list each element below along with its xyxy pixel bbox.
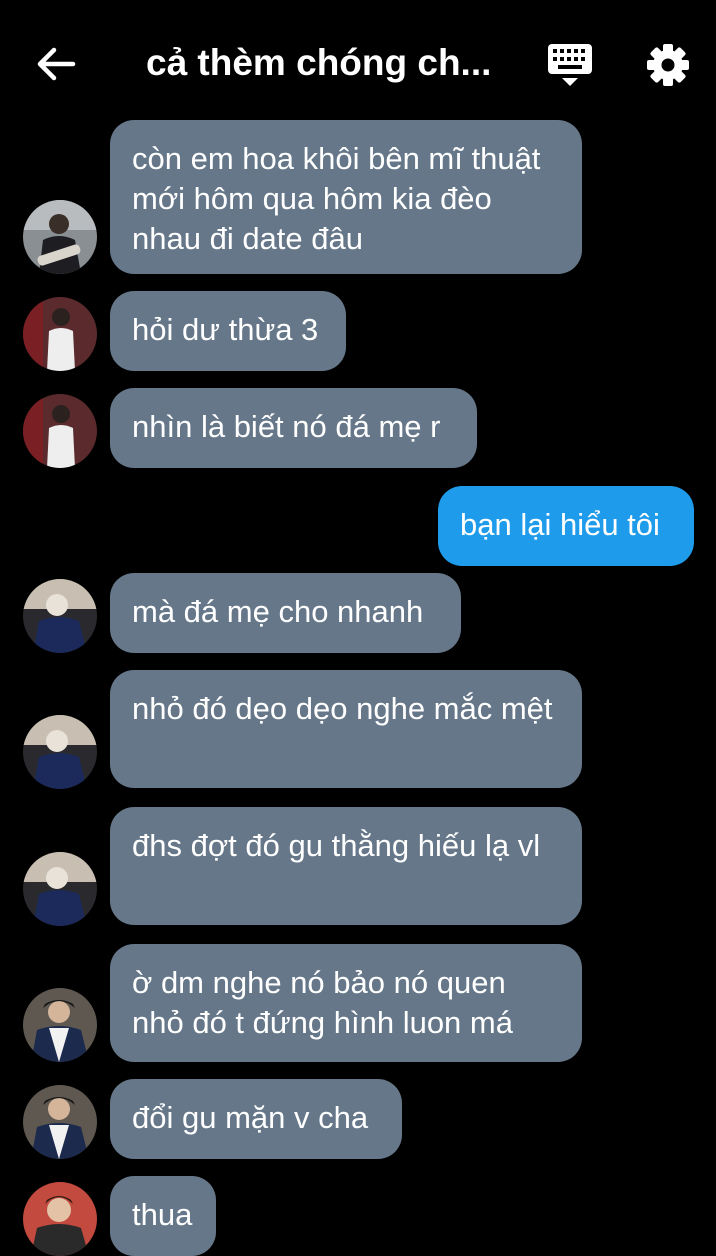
- back-button[interactable]: [30, 40, 82, 88]
- avatar-sender-8[interactable]: [23, 988, 97, 1062]
- keyboard-button[interactable]: [546, 42, 594, 88]
- message-bubble-2[interactable]: hỏi dư thừa 3: [110, 291, 346, 371]
- message-bubble-3[interactable]: nhìn là biết nó đá mẹ r: [110, 388, 477, 468]
- settings-button[interactable]: [645, 42, 691, 88]
- avatar-sender-5[interactable]: [23, 579, 97, 653]
- avatar-sender-6[interactable]: [23, 715, 97, 789]
- arrow-left-icon: [37, 47, 76, 81]
- avatar-sender-10[interactable]: [23, 1182, 97, 1256]
- message-text-1: còn em hoa khôi bên mĩ thuật mới hôm qua…: [132, 141, 541, 256]
- message-bubble-7[interactable]: đhs đợt đó gu thằng hiếu lạ vl: [110, 807, 582, 925]
- message-text-3: nhìn là biết nó đá mẹ r: [132, 409, 441, 444]
- message-bubble-4[interactable]: bạn lại hiểu tôi: [438, 486, 694, 566]
- chat-header: cả thèm chóng ch...: [0, 0, 716, 120]
- message-text-7: đhs đợt đó gu thằng hiếu lạ vl: [132, 828, 541, 863]
- message-bubble-10[interactable]: thua: [110, 1176, 216, 1256]
- keyboard-icon: [548, 44, 592, 86]
- avatar-sender-9[interactable]: [23, 1085, 97, 1159]
- message-text-5: mà đá mẹ cho nhanh: [132, 594, 424, 629]
- avatar-sender-7[interactable]: [23, 852, 97, 926]
- message-text-6: nhỏ đó dẹo dẹo nghe mắc mệt: [132, 691, 553, 726]
- chat-title[interactable]: cả thèm chóng ch...: [146, 38, 526, 88]
- message-text-8: ờ dm nghe nó bảo nó quen nhỏ đó t đứng h…: [132, 965, 513, 1040]
- message-bubble-9[interactable]: đổi gu mặn v cha: [110, 1079, 402, 1159]
- message-bubble-8[interactable]: ờ dm nghe nó bảo nó quen nhỏ đó t đứng h…: [110, 944, 582, 1062]
- avatar-sender-2[interactable]: [23, 297, 97, 371]
- message-bubble-6[interactable]: nhỏ đó dẹo dẹo nghe mắc mệt: [110, 670, 582, 788]
- message-bubble-5[interactable]: mà đá mẹ cho nhanh: [110, 573, 461, 653]
- message-bubble-1[interactable]: còn em hoa khôi bên mĩ thuật mới hôm qua…: [110, 120, 582, 274]
- avatar-sender-3[interactable]: [23, 394, 97, 468]
- avatar-sender-1[interactable]: [23, 200, 97, 274]
- message-text-2: hỏi dư thừa 3: [132, 312, 319, 347]
- message-text-4: bạn lại hiểu tôi: [460, 507, 660, 542]
- gear-icon: [647, 44, 689, 86]
- message-text-9: đổi gu mặn v cha: [132, 1100, 369, 1135]
- message-text-10: thua: [132, 1197, 193, 1232]
